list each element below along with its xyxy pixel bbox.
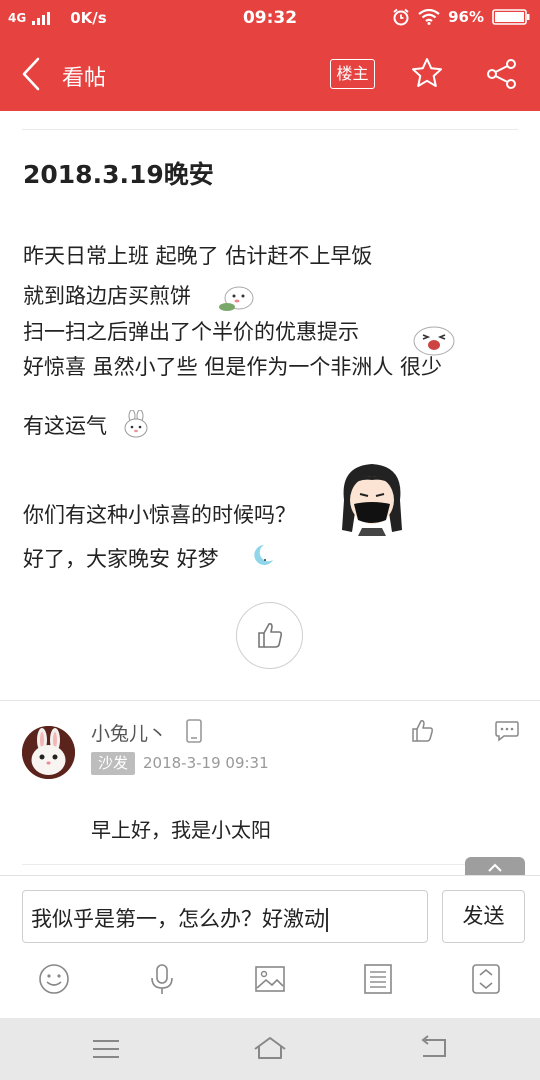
list-icon[interactable] <box>362 963 394 995</box>
expand-icon[interactable] <box>470 963 502 995</box>
comment-like-icon[interactable] <box>411 719 435 743</box>
divider <box>22 864 518 865</box>
bunny-emoticon <box>124 410 148 438</box>
page-title: 看帖 <box>62 66 107 91</box>
bunny-avatar-image <box>22 726 75 779</box>
post-like-button[interactable] <box>236 602 303 669</box>
post-line: 好惊喜 虽然小了些 但是作为一个非洲人 很少 <box>23 355 443 379</box>
post-line: 昨天日常上班 起晚了 估计赶不上早饭 <box>23 244 373 268</box>
reply-input-text: 我似乎是第一，怎么办？好激动 <box>31 907 325 931</box>
share-icon[interactable] <box>485 57 519 91</box>
send-button[interactable]: 发送 <box>442 890 525 943</box>
post-line: 有这运气 <box>23 414 107 438</box>
section-divider <box>0 700 540 701</box>
menu-icon[interactable] <box>89 1034 123 1064</box>
chevron-up-icon <box>488 863 502 872</box>
comment-username[interactable]: 小兔儿丶 <box>91 719 167 746</box>
post-line: 你们有这种小惊喜的时候吗？ <box>23 503 296 527</box>
avatar[interactable] <box>22 726 75 779</box>
moon-emoticon <box>254 545 273 565</box>
image-icon[interactable] <box>254 963 286 995</box>
device-phone-icon <box>186 719 202 743</box>
home-icon[interactable] <box>253 1034 287 1064</box>
star-icon[interactable] <box>410 56 444 90</box>
thumbs-up-icon <box>258 623 283 648</box>
status-bar: 4G 0K/s 09:32 96% <box>0 0 540 38</box>
laughing-emoticon <box>413 326 455 356</box>
smile-icon[interactable] <box>38 963 70 995</box>
mic-icon[interactable] <box>146 963 178 995</box>
floor-badge: 沙发 <box>91 752 135 775</box>
scroll-to-top-button[interactable] <box>465 857 525 877</box>
masked-girl-emoticon <box>342 464 402 536</box>
battery-icon <box>492 9 530 25</box>
back-arrow-icon[interactable] <box>18 56 48 92</box>
reply-bar: 我似乎是第一，怎么办？好激动 发送 <box>0 875 540 1018</box>
divider <box>22 129 518 130</box>
return-icon[interactable] <box>417 1034 451 1064</box>
author-only-button[interactable]: 楼主 <box>330 59 375 89</box>
post-line: 就到路边店买煎饼 <box>23 284 191 308</box>
text-caret <box>326 908 328 932</box>
post-title: 2018.3.19晚安 <box>23 160 214 189</box>
post-line: 好了，大家晚安 好梦 <box>23 547 219 571</box>
system-nav-bar <box>0 1018 540 1080</box>
comment-text: 早上好，我是小太阳 <box>91 818 271 842</box>
status-right: 96% <box>392 8 530 26</box>
reply-input[interactable]: 我似乎是第一，怎么办？好激动 <box>22 890 428 943</box>
app-header: 看帖 楼主 <box>0 38 540 111</box>
comment-icon[interactable] <box>494 720 520 742</box>
post-line: 扫一扫之后弹出了个半价的优惠提示 <box>23 320 359 344</box>
battery-percent: 96% <box>448 8 484 26</box>
alarm-icon <box>393 8 409 26</box>
eating-emoticon <box>219 286 254 311</box>
comment-time: 2018-3-19 09:31 <box>143 754 269 772</box>
wifi-icon <box>418 9 440 25</box>
